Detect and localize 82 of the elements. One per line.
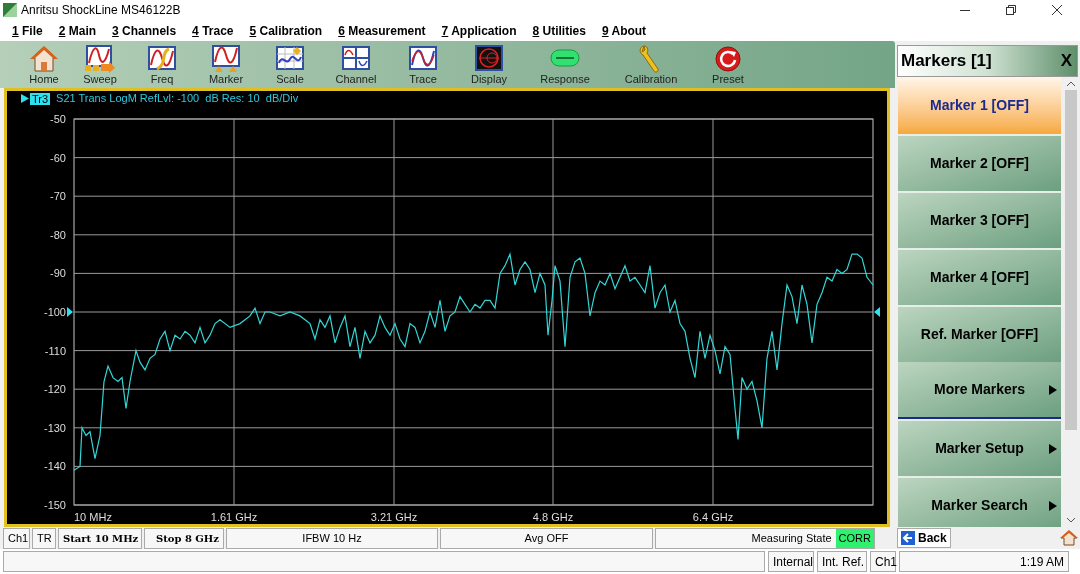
scroll-up-icon [1067, 81, 1075, 86]
toolbar-button[interactable]: Channel [324, 45, 388, 85]
circle-grid-icon [474, 45, 504, 73]
scroll-down-icon [1067, 518, 1075, 523]
trace-label: TR [32, 528, 56, 549]
toolbar-button[interactable]: Freq [132, 45, 192, 85]
y-axis-label: -150 [43, 499, 66, 511]
scroll-thumb[interactable] [1065, 90, 1077, 430]
averaging-setting: Avg OFF [440, 528, 653, 549]
menu-button[interactable]: Marker 1 [OFF] [898, 77, 1061, 134]
y-axis-label: -120 [43, 383, 66, 396]
x-axis-label: 3.21 GHz [370, 511, 418, 523]
toolbar-button[interactable]: Calibration [610, 45, 692, 85]
panel-title: Markers [1] [901, 50, 992, 73]
restore-icon [1006, 5, 1016, 15]
x-axis-label: 6.4 GHz [692, 511, 734, 523]
y-axis-label: -60 [50, 151, 66, 164]
menu-button[interactable]: Marker Setup [898, 419, 1061, 476]
close-button[interactable]: X [1058, 48, 1074, 74]
trace-settings: S21 Trans LogM RefLvl: -100 dB Res: 10 dB/Div [56, 91, 299, 107]
channel-label: Ch1 [870, 551, 896, 572]
reset-icon [713, 45, 743, 73]
waveform-arrow-icon [83, 45, 117, 73]
window-title: Anritsu ShockLine MS46122B [21, 2, 181, 19]
menu-item[interactable]: 3 Channels [112, 24, 177, 37]
reference-marker-icon [67, 307, 73, 317]
app-logo-icon [3, 3, 17, 17]
reference-source: Int. Ref. [817, 551, 867, 572]
waveform-curve-icon [147, 45, 177, 73]
menu-item[interactable]: 5 Calibration [249, 24, 323, 37]
stop-frequency: Stop 8 GHz [144, 528, 224, 549]
y-axis-label: -90 [50, 267, 66, 280]
menu-button[interactable]: Marker 4 [OFF] [898, 248, 1061, 305]
clock-time: 1:19 AM [899, 551, 1069, 572]
toolbar-button[interactable]: Response [524, 45, 606, 85]
menu-item[interactable]: 8 Utilities [532, 24, 586, 37]
menu-button[interactable]: More Markers [898, 362, 1061, 419]
back-arrow-icon [901, 531, 915, 545]
y-axis-label: -110 [44, 344, 66, 357]
reference-marker-icon [874, 307, 880, 317]
toolbar-button[interactable]: Preset [696, 45, 760, 85]
menu-item[interactable]: 6 Measurement [338, 24, 426, 37]
x-axis-label: 1.61 GHz [210, 511, 258, 523]
menu-item[interactable]: 1 File [12, 24, 43, 37]
toolbar-button[interactable]: Trace [392, 45, 454, 85]
close-icon [1052, 5, 1062, 15]
waveform-triangles-icon [211, 45, 241, 73]
x-axis-label: 10 MHz [74, 511, 112, 523]
y-axis-label: -70 [50, 190, 66, 203]
y-axis-label: -80 [50, 228, 66, 241]
y-axis-label: -130 [43, 421, 66, 434]
measuring-state-label: Measuring State [750, 531, 833, 547]
menu-button[interactable]: Ref. Marker [OFF] [898, 305, 1061, 362]
ifbw-setting: IFBW 10 Hz [226, 528, 438, 549]
split-screen-icon [341, 45, 371, 73]
menu-item[interactable]: 2 Main [58, 24, 97, 37]
toolbar-button[interactable]: Home [20, 45, 68, 85]
menu-button[interactable]: Marker 3 [OFF] [898, 191, 1061, 248]
house-icon [1060, 530, 1078, 546]
waveform-icon [408, 45, 438, 73]
menu-item[interactable]: 9 About [601, 24, 647, 37]
y-axis-label: -140 [43, 460, 66, 473]
y-axis-label: -100 [43, 306, 66, 318]
menu-button[interactable]: Marker 2 [OFF] [898, 134, 1061, 191]
menu-item[interactable]: 7 Application [441, 24, 517, 37]
channel-label: Ch1 [3, 528, 30, 549]
menu-button[interactable]: Marker Search [898, 476, 1061, 527]
back-button[interactable]: Back [897, 528, 951, 548]
house-icon [29, 45, 59, 73]
menu-item[interactable]: 4 Trace [192, 24, 234, 37]
y-axis-label: -50 [50, 113, 66, 125]
trace-pointer-icon [21, 94, 29, 103]
toolbar-button[interactable]: Scale [260, 45, 320, 85]
toolbar-button[interactable]: Display [458, 45, 520, 85]
x-axis-label: 4.8 GHz [532, 511, 574, 523]
minimize-icon [960, 9, 970, 11]
sweep-source: Internal [768, 551, 814, 572]
toolbar-button[interactable]: Sweep [72, 45, 128, 85]
scale-grid-icon [275, 45, 305, 73]
state-indicator: CORR [835, 529, 874, 548]
toolbar-button[interactable]: Marker [196, 45, 256, 85]
start-frequency: Start 10 MHz [58, 528, 142, 549]
